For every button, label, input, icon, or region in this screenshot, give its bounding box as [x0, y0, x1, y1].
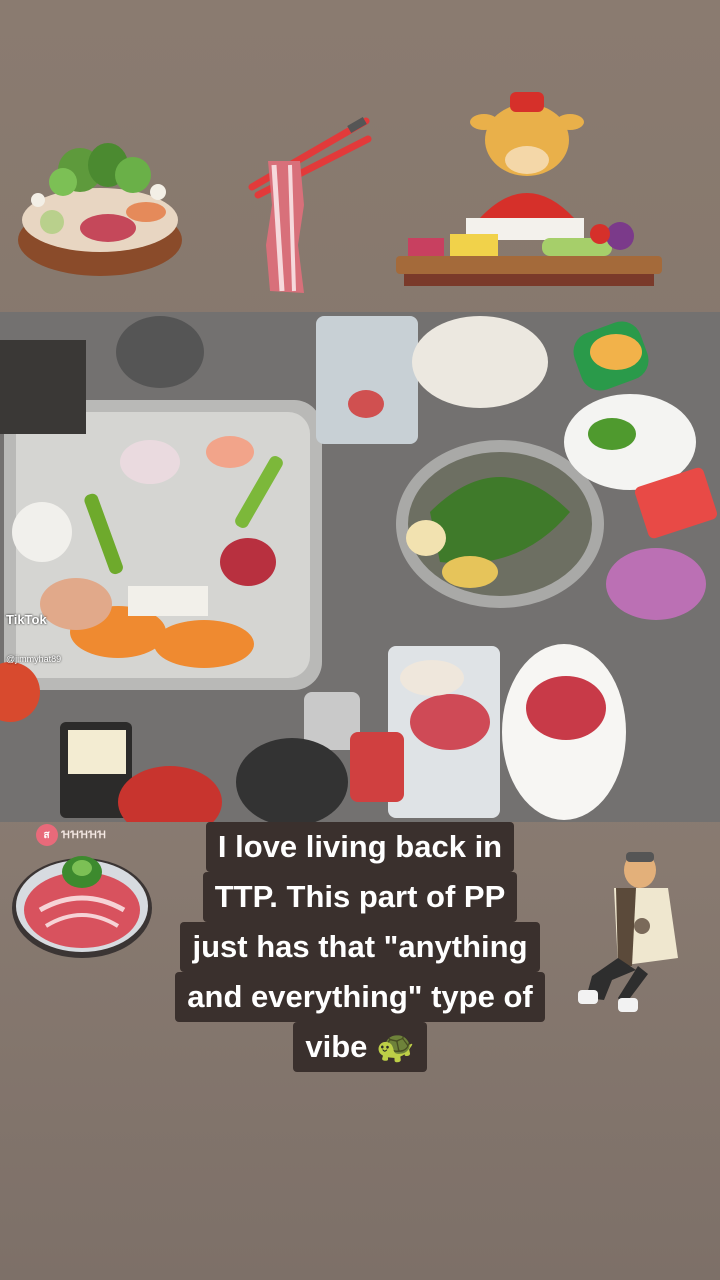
caption-line: and everything" type of [175, 972, 545, 1022]
caption-block: I love living back in TTP. This part of … [0, 822, 720, 1072]
hotpot-bowl-sticker [18, 143, 182, 276]
caption-line: TTP. This part of PP [202, 872, 518, 922]
hotpot-table-image [0, 312, 720, 822]
caption-line: just has that "anything [180, 922, 540, 972]
ox-chef-sticker [396, 92, 662, 286]
food-photo: TikTok @jimmyhat89 [0, 312, 720, 822]
tiktok-username: @jimmyhat89 [6, 654, 62, 664]
tiktok-watermark: TikTok [6, 612, 47, 627]
chopsticks-meat-sticker [248, 117, 372, 293]
caption-line: I love living back in [205, 822, 515, 872]
caption-line: vibe 🐢 [293, 1022, 427, 1072]
